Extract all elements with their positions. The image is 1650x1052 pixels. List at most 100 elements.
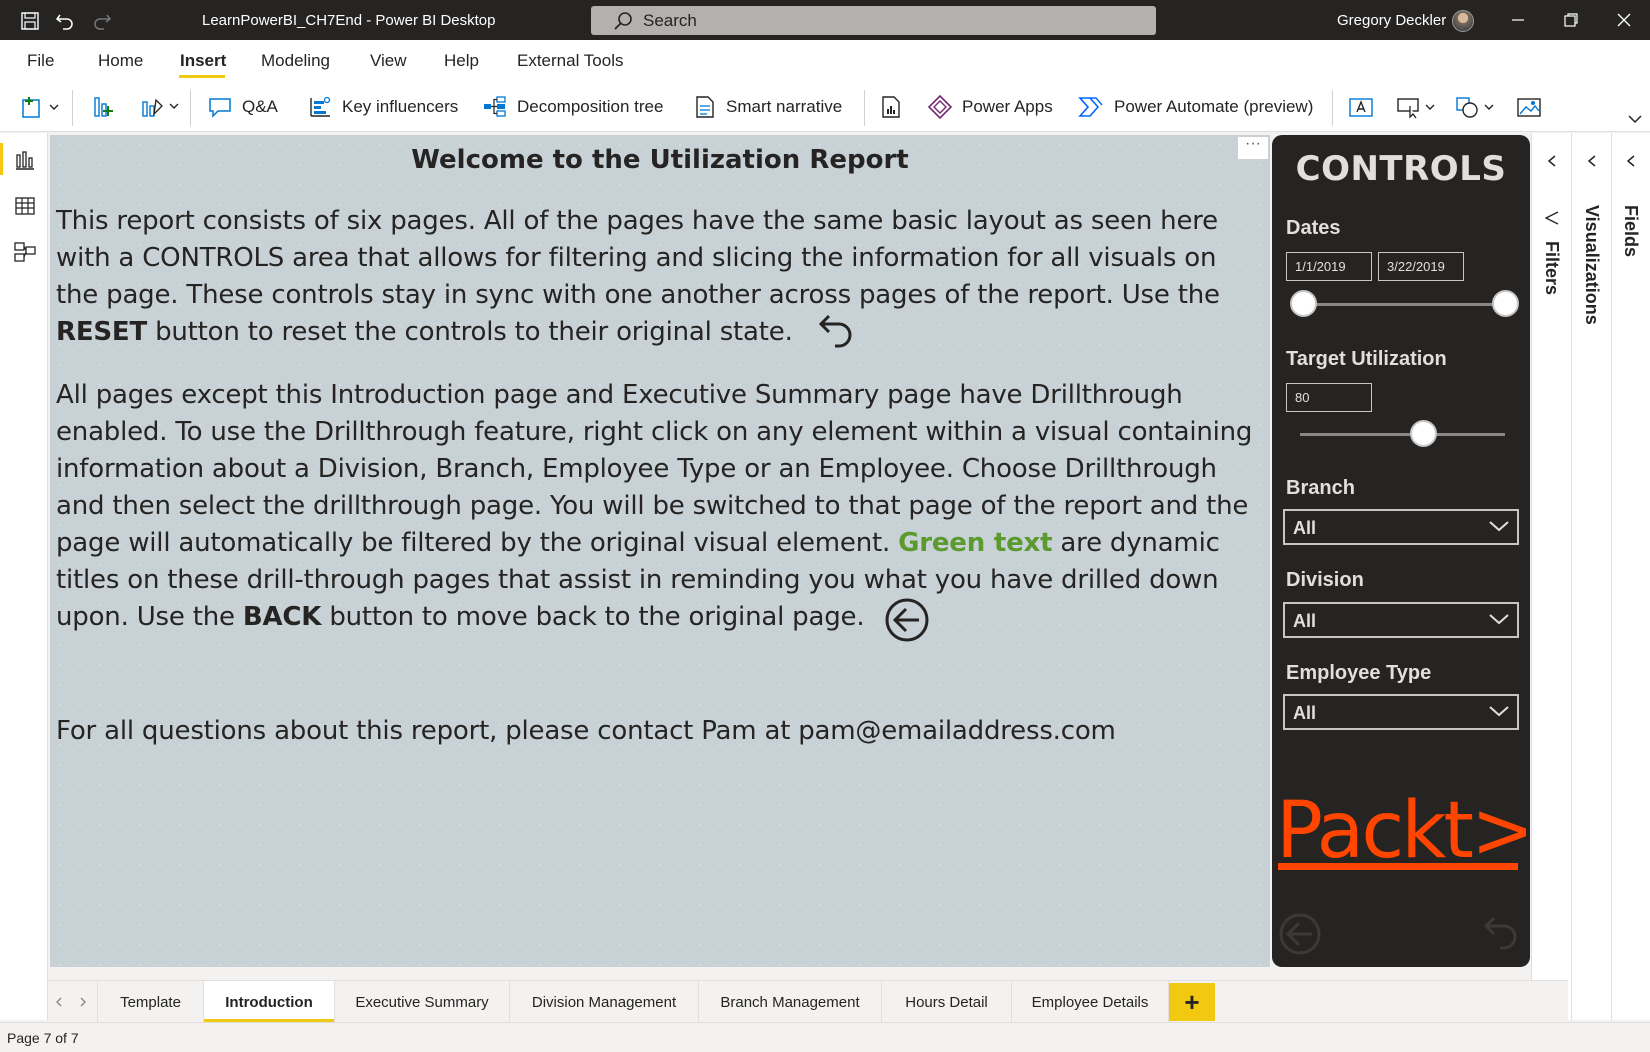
text-box-button[interactable] [1348, 92, 1374, 122]
save-icon[interactable] [19, 10, 41, 32]
fields-title: Fields [1621, 205, 1641, 258]
branch-dropdown[interactable]: All [1283, 509, 1519, 545]
date-start-input[interactable]: 1/1/2019 [1286, 252, 1372, 281]
menu-modeling[interactable]: Modeling [261, 51, 330, 71]
chevron-left-icon[interactable] [1546, 155, 1558, 167]
chevron-down-icon [1489, 706, 1509, 717]
target-utilization-input[interactable]: 80 [1286, 383, 1372, 412]
data-view-icon[interactable] [14, 195, 36, 217]
green-text-keyword: Green text [898, 528, 1053, 558]
date-slider-start-handle[interactable] [1290, 290, 1317, 317]
division-dropdown[interactable]: All [1283, 602, 1519, 638]
chevron-left-icon[interactable] [1625, 155, 1637, 167]
ribbon-separator [864, 90, 865, 126]
menu-help[interactable]: Help [444, 51, 479, 71]
status-bar: Page 7 of 7 [0, 1022, 1650, 1052]
user-name: Gregory Deckler [1337, 12, 1447, 29]
target-slider-handle[interactable] [1410, 420, 1437, 447]
tab-division-management[interactable]: Division Management [509, 981, 698, 1023]
restore-icon[interactable] [1559, 8, 1583, 32]
division-value: All [1293, 611, 1317, 631]
branch-label: Branch [1286, 477, 1355, 499]
app-title: LearnPowerBI_CH7End - Power BI Desktop [202, 12, 496, 29]
power-automate-icon [1078, 97, 1103, 117]
menu-insert[interactable]: Insert [180, 51, 226, 71]
drillthrough-paragraph: All pages except this Introduction page … [56, 377, 1256, 642]
tab-employee-details[interactable]: Employee Details [1011, 981, 1169, 1023]
buttons-icon [1397, 98, 1435, 119]
back-arrow-icon [864, 598, 934, 642]
search-placeholder: Search [643, 10, 697, 30]
scroll-left-icon[interactable] [54, 996, 64, 1008]
filters-pane[interactable]: Filters [1531, 133, 1571, 1020]
undo-icon[interactable] [54, 10, 76, 32]
decomposition-tree-icon [484, 96, 506, 117]
decomposition-tree-button[interactable]: Decomposition tree [483, 92, 663, 122]
target-slider-track [1300, 433, 1505, 436]
text-box-icon [1349, 98, 1373, 117]
add-page-button[interactable]: + [1169, 983, 1215, 1021]
model-view-icon[interactable] [14, 241, 36, 263]
power-automate-button[interactable]: Power Automate (preview) [1078, 92, 1313, 122]
page-indicator: Page 7 of 7 [7, 1030, 79, 1046]
power-apps-icon [928, 95, 952, 119]
more-options-button[interactable]: ··· [1238, 136, 1268, 159]
tab-branch-management[interactable]: Branch Management [698, 981, 881, 1023]
power-apps-button[interactable]: Power Apps [928, 92, 1053, 122]
avatar[interactable] [1452, 10, 1474, 32]
more-visuals-icon [142, 98, 179, 117]
menu-file[interactable]: File [27, 51, 54, 71]
tab-executive-summary[interactable]: Executive Summary [334, 981, 509, 1023]
fields-pane[interactable]: Fields [1611, 133, 1650, 1020]
report-canvas[interactable]: Welcome to the Utilization Report ··· Th… [50, 135, 1270, 967]
new-visual-button[interactable] [90, 92, 116, 122]
menu-bar: File Home Insert Modeling View Help Exte… [0, 40, 1650, 82]
page-tabs: Template Introduction Executive Summary … [48, 980, 1568, 1023]
intro-text: This report consists of six pages. All o… [56, 206, 1220, 310]
smart-narrative-label: Smart narrative [726, 97, 843, 116]
visualizations-pane[interactable]: Visualizations [1571, 133, 1611, 1020]
paginated-report-button[interactable] [880, 92, 902, 122]
intro-text-end: button to reset the controls to their or… [147, 317, 793, 347]
minimize-icon[interactable] [1506, 8, 1530, 32]
employee-type-dropdown[interactable]: All [1283, 694, 1519, 730]
buttons-button[interactable] [1396, 92, 1438, 122]
search-box[interactable]: Search [591, 6, 1156, 35]
title-bar: LearnPowerBI_CH7End - Power BI Desktop S… [0, 0, 1650, 40]
ribbon-collapse-button[interactable] [1628, 104, 1642, 134]
smart-narrative-icon [696, 96, 714, 118]
report-view-icon[interactable] [14, 149, 36, 171]
scroll-right-icon[interactable] [78, 996, 88, 1008]
qa-label: Q&A [242, 97, 278, 116]
date-slider-end-handle[interactable] [1492, 290, 1519, 317]
tab-hours-detail[interactable]: Hours Detail [881, 981, 1011, 1023]
date-slider-track [1304, 303, 1494, 306]
chevron-down-icon [1628, 115, 1642, 124]
qa-button[interactable]: Q&A [208, 92, 278, 122]
chevron-left-icon[interactable] [1586, 155, 1598, 167]
power-automate-label: Power Automate (preview) [1114, 97, 1314, 116]
reset-arrow-icon [793, 314, 853, 351]
tab-introduction[interactable]: Introduction [203, 981, 334, 1023]
decomposition-tree-label: Decomposition tree [517, 97, 664, 116]
menu-external-tools[interactable]: External Tools [517, 51, 623, 71]
key-influencers-button[interactable]: Key influencers [308, 92, 458, 122]
redo-icon[interactable] [91, 10, 113, 32]
more-visuals-button[interactable] [140, 92, 182, 122]
ribbon-separator [1332, 90, 1333, 126]
dates-label: Dates [1286, 217, 1341, 239]
reset-keyword: RESET [56, 317, 148, 347]
back-button[interactable] [1278, 912, 1322, 956]
image-button[interactable] [1516, 92, 1542, 122]
view-switcher [0, 133, 48, 1020]
close-icon[interactable] [1612, 8, 1636, 32]
employee-type-value: All [1293, 703, 1317, 723]
shapes-button[interactable] [1455, 92, 1497, 122]
smart-narrative-button[interactable]: Smart narrative [694, 92, 842, 122]
menu-view[interactable]: View [370, 51, 407, 71]
tab-template[interactable]: Template [97, 981, 203, 1023]
new-page-button[interactable] [20, 92, 60, 122]
reset-button[interactable] [1480, 912, 1524, 956]
date-end-input[interactable]: 3/22/2019 [1378, 252, 1464, 281]
menu-home[interactable]: Home [98, 51, 143, 71]
